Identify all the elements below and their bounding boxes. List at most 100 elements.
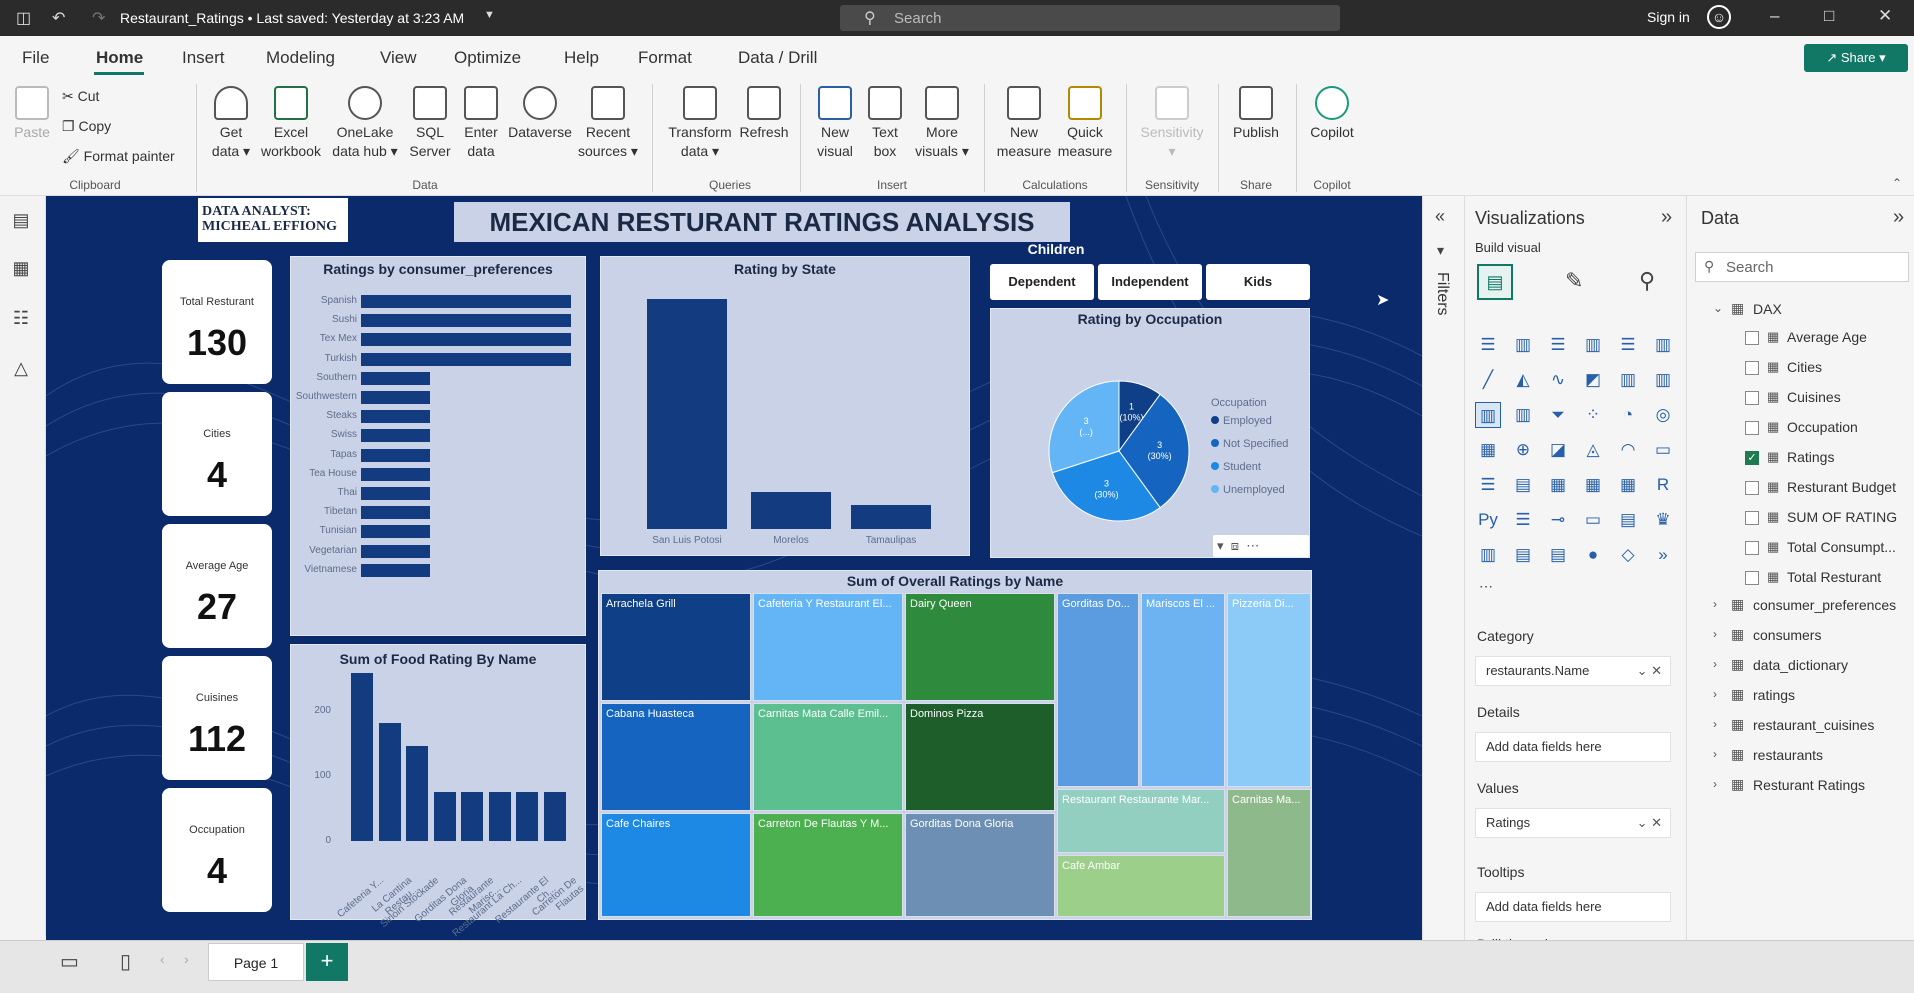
slicer-dependent[interactable]: Dependent	[990, 264, 1094, 300]
visual-type-icon[interactable]: ▦	[1475, 437, 1501, 463]
paste-button[interactable]: Paste	[8, 86, 56, 142]
treemap-tile[interactable]: Cabana Huasteca	[601, 703, 751, 811]
format-painter-button[interactable]: 🖌 Format painter	[62, 148, 175, 165]
text-box-button[interactable]: Text box	[862, 86, 908, 161]
values-well[interactable]: Ratings ⌄ ✕	[1475, 808, 1671, 838]
bar[interactable]	[361, 525, 431, 539]
checkbox[interactable]	[1745, 541, 1759, 555]
treemap-tile[interactable]: Dominos Pizza	[905, 703, 1055, 811]
legend-item[interactable]: Employed	[1211, 415, 1288, 438]
visual-type-icon[interactable]: ◭	[1510, 367, 1536, 393]
treemap-tile[interactable]: Gorditas Do...	[1057, 593, 1139, 787]
treemap-tile[interactable]: Gorditas Dona Gloria	[905, 813, 1055, 917]
page-tab[interactable]: Page 1	[208, 943, 304, 981]
treemap-tile[interactable]: Restaurant Restaurante Mar...	[1057, 789, 1225, 853]
visual-type-icon[interactable]: ☰	[1615, 332, 1641, 358]
data-table[interactable]: › ▦ consumer_preferences	[1713, 596, 1913, 616]
treemap-tile[interactable]: Carreton De Flautas Y M...	[753, 813, 903, 917]
expand-left-icon[interactable]: «	[1435, 206, 1445, 227]
measure-field[interactable]: ▦ Total Resturant	[1745, 568, 1905, 588]
checkbox[interactable]	[1745, 331, 1759, 345]
treemap-tile[interactable]: Cafeteria Y Restaurant El...	[753, 593, 903, 701]
chevron-down-icon[interactable]: ▼	[484, 9, 495, 21]
visual-type-icon[interactable]: ▤	[1615, 507, 1641, 533]
collapse-ribbon-icon[interactable]: ⌃	[1892, 176, 1902, 190]
kpi-card-total-resturant[interactable]: Total Resturant 130	[162, 260, 272, 384]
bar[interactable]	[406, 745, 428, 841]
slicer-kids[interactable]: Kids	[1206, 264, 1310, 300]
get-data-button[interactable]: Get data ▾	[206, 86, 256, 161]
measure-field[interactable]: ▦ Cities	[1745, 358, 1905, 378]
bar[interactable]	[851, 505, 931, 529]
add-page-button[interactable]: +	[306, 943, 348, 981]
treemap-tile[interactable]: Cafe Ambar	[1057, 855, 1225, 917]
share-button[interactable]: ↗ Share ▾	[1804, 44, 1908, 72]
filters-pane-collapsed[interactable]: « ▾ Filters	[1422, 196, 1464, 956]
visual-type-icon[interactable]: ▥	[1475, 402, 1501, 428]
sql-server-button[interactable]: SQL Server	[404, 86, 456, 161]
visual-type-icon[interactable]: ☰	[1475, 472, 1501, 498]
menu-modeling[interactable]: Modeling	[266, 48, 335, 68]
build-visual-tab[interactable]: ▤	[1477, 264, 1513, 300]
visual-type-icon[interactable]: ▦	[1580, 472, 1606, 498]
menu-view[interactable]: View	[380, 48, 417, 68]
visual-type-icon[interactable]: ▦	[1615, 472, 1641, 498]
food-rating-bar-chart[interactable]: Sum of Food Rating By Name 0 100 200 Cafete…	[290, 644, 586, 939]
account-icon[interactable]: ☺	[1707, 5, 1731, 29]
collapse-right-icon[interactable]: »	[1893, 206, 1904, 229]
visual-type-icon[interactable]: ☰	[1545, 332, 1571, 358]
excel-workbook-button[interactable]: Excel workbook	[258, 86, 324, 161]
data-table[interactable]: › ▦ Resturant Ratings	[1713, 776, 1913, 796]
visual-type-icon[interactable]: »	[1650, 542, 1676, 568]
bar[interactable]	[361, 467, 431, 481]
bar[interactable]	[361, 429, 431, 443]
kpi-card-average-age[interactable]: Average Age 27	[162, 524, 272, 648]
occupation-pie-chart[interactable]: Rating by Occupation Occupation Employed…	[990, 308, 1310, 558]
visual-type-icon[interactable]: ⊕	[1510, 437, 1536, 463]
visual-type-icon[interactable]: ╱	[1475, 367, 1501, 393]
transform-data-button[interactable]: Transform data ▾	[664, 86, 736, 161]
checkbox[interactable]: ✓	[1745, 451, 1759, 465]
mobile-view-icon[interactable]: ▯	[120, 949, 131, 974]
bar[interactable]	[361, 506, 431, 520]
visual-type-icon[interactable]: ▥	[1510, 402, 1536, 428]
refresh-button[interactable]: Refresh	[736, 86, 792, 142]
bar[interactable]	[361, 371, 431, 385]
menu-optimize[interactable]: Optimize	[454, 48, 521, 68]
checkbox[interactable]	[1745, 391, 1759, 405]
visual-type-icon[interactable]: ◩	[1580, 367, 1606, 393]
visual-type-icon[interactable]: ▭	[1650, 437, 1676, 463]
visual-type-icon[interactable]: ◇	[1615, 542, 1641, 568]
bar[interactable]	[361, 295, 571, 308]
details-well[interactable]: Add data fields here	[1475, 732, 1671, 762]
bar[interactable]	[361, 563, 431, 577]
bar[interactable]	[361, 410, 431, 424]
bar[interactable]	[488, 792, 511, 841]
collapse-right-icon[interactable]: »	[1661, 206, 1672, 229]
treemap-tile[interactable]: Mariscos El ...	[1141, 593, 1225, 787]
visual-type-icon[interactable]: ♛	[1650, 507, 1676, 533]
table-view-icon[interactable]: ▦	[10, 258, 32, 280]
more-visuals-button[interactable]: More visuals ▾	[910, 86, 974, 161]
data-table[interactable]: › ▦ ratings	[1713, 686, 1913, 706]
data-search-input[interactable]: ⚲ Search	[1695, 252, 1909, 282]
menu-file[interactable]: File	[22, 48, 49, 68]
treemap-tile[interactable]: Carnitas Mata Calle Emil...	[753, 703, 903, 811]
bar[interactable]	[351, 672, 373, 841]
menu-home[interactable]: Home	[96, 48, 143, 68]
document-title[interactable]: Restaurant_Ratings • Last saved: Yesterd…	[120, 10, 464, 26]
remove-icon[interactable]: ⌄ ✕	[1637, 657, 1662, 685]
visual-type-icon[interactable]: ⁘	[1580, 402, 1606, 428]
bar[interactable]	[361, 352, 571, 366]
visual-type-icon[interactable]: ▦	[1545, 472, 1571, 498]
enter-data-button[interactable]: Enter data	[456, 86, 506, 161]
measure-field[interactable]: ▦ Average Age	[1745, 328, 1905, 348]
preferences-bar-chart[interactable]: Ratings by consumer_preferences Spanish S…	[290, 256, 586, 636]
checkbox[interactable]	[1745, 571, 1759, 585]
visual-type-icon[interactable]: ●	[1580, 542, 1606, 568]
visual-type-icon[interactable]: ☰	[1475, 332, 1501, 358]
bar[interactable]	[543, 792, 566, 841]
bar[interactable]	[361, 544, 431, 558]
focus-mode-icon[interactable]: ⧈	[1231, 538, 1239, 553]
overall-ratings-treemap[interactable]: Sum of Overall Ratings by Name Arrachela…	[598, 570, 1312, 920]
